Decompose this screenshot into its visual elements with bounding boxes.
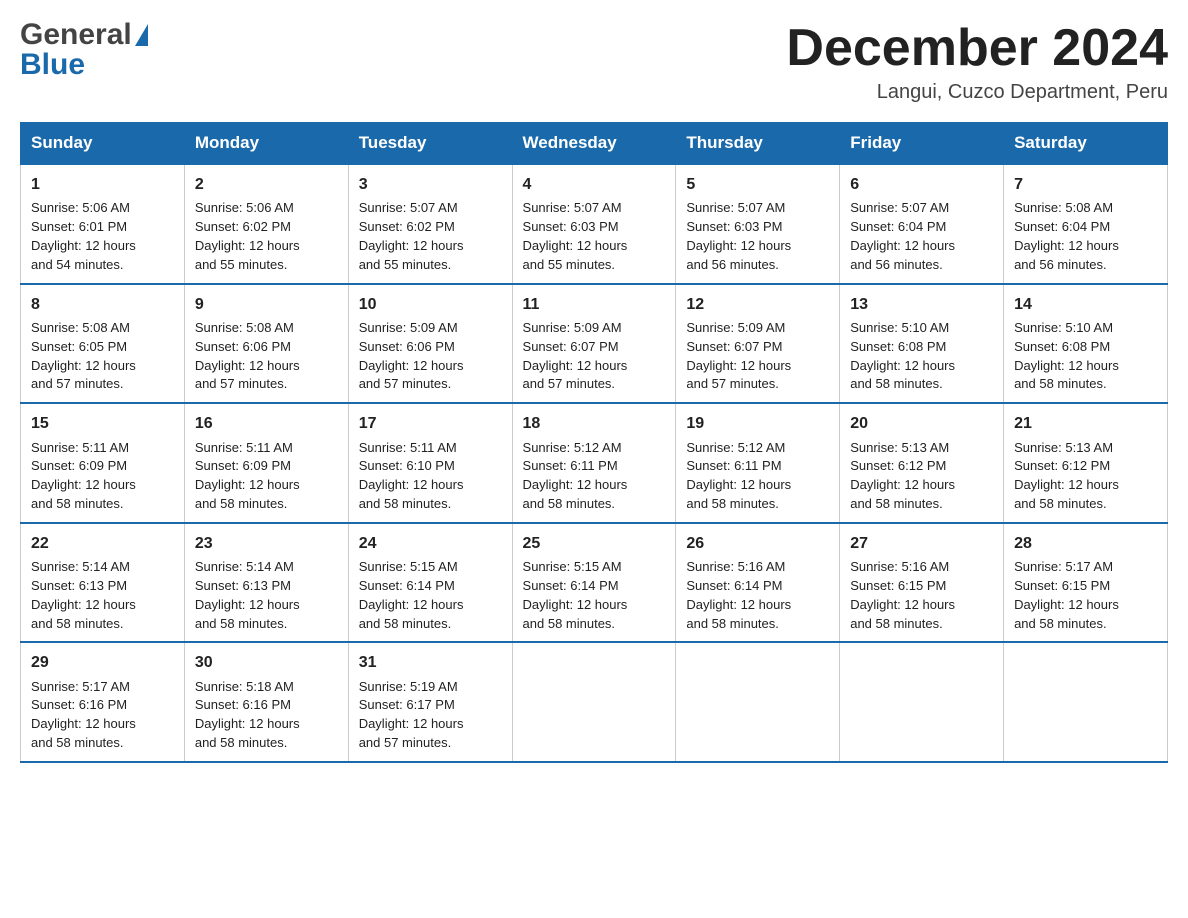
day-number: 19 (686, 412, 829, 435)
day-cell: 17Sunrise: 5:11 AMSunset: 6:10 PMDayligh… (348, 403, 512, 523)
location-title: Langui, Cuzco Department, Peru (786, 81, 1168, 104)
month-title: December 2024 (786, 20, 1168, 77)
logo-general-text: General (20, 20, 132, 50)
header-cell-sunday: Sunday (21, 123, 185, 165)
week-row-3: 15Sunrise: 5:11 AMSunset: 6:09 PMDayligh… (21, 403, 1168, 523)
logo-triangle-icon (135, 24, 148, 46)
header-cell-tuesday: Tuesday (348, 123, 512, 165)
day-number: 15 (31, 412, 174, 435)
day-number: 14 (1014, 293, 1157, 316)
day-number: 27 (850, 532, 993, 555)
day-cell: 18Sunrise: 5:12 AMSunset: 6:11 PMDayligh… (512, 403, 676, 523)
calendar-table: SundayMondayTuesdayWednesdayThursdayFrid… (20, 122, 1168, 763)
day-number: 25 (523, 532, 666, 555)
day-cell (1004, 642, 1168, 762)
day-cell: 28Sunrise: 5:17 AMSunset: 6:15 PMDayligh… (1004, 523, 1168, 643)
day-cell: 12Sunrise: 5:09 AMSunset: 6:07 PMDayligh… (676, 284, 840, 404)
day-cell: 10Sunrise: 5:09 AMSunset: 6:06 PMDayligh… (348, 284, 512, 404)
day-number: 13 (850, 293, 993, 316)
day-cell: 11Sunrise: 5:09 AMSunset: 6:07 PMDayligh… (512, 284, 676, 404)
day-cell: 4Sunrise: 5:07 AMSunset: 6:03 PMDaylight… (512, 164, 676, 284)
day-cell: 23Sunrise: 5:14 AMSunset: 6:13 PMDayligh… (184, 523, 348, 643)
day-number: 17 (359, 412, 502, 435)
day-number: 9 (195, 293, 338, 316)
day-cell: 31Sunrise: 5:19 AMSunset: 6:17 PMDayligh… (348, 642, 512, 762)
day-number: 21 (1014, 412, 1157, 435)
day-cell: 26Sunrise: 5:16 AMSunset: 6:14 PMDayligh… (676, 523, 840, 643)
day-number: 10 (359, 293, 502, 316)
day-number: 1 (31, 173, 174, 196)
day-cell: 27Sunrise: 5:16 AMSunset: 6:15 PMDayligh… (840, 523, 1004, 643)
logo: General Blue (20, 20, 148, 80)
day-cell: 13Sunrise: 5:10 AMSunset: 6:08 PMDayligh… (840, 284, 1004, 404)
day-cell (512, 642, 676, 762)
day-cell (840, 642, 1004, 762)
day-cell: 24Sunrise: 5:15 AMSunset: 6:14 PMDayligh… (348, 523, 512, 643)
logo-blue-text: Blue (20, 50, 85, 80)
day-number: 5 (686, 173, 829, 196)
day-cell: 29Sunrise: 5:17 AMSunset: 6:16 PMDayligh… (21, 642, 185, 762)
day-number: 4 (523, 173, 666, 196)
day-cell: 2Sunrise: 5:06 AMSunset: 6:02 PMDaylight… (184, 164, 348, 284)
day-number: 11 (523, 293, 666, 316)
header-cell-saturday: Saturday (1004, 123, 1168, 165)
week-row-4: 22Sunrise: 5:14 AMSunset: 6:13 PMDayligh… (21, 523, 1168, 643)
week-row-1: 1Sunrise: 5:06 AMSunset: 6:01 PMDaylight… (21, 164, 1168, 284)
day-number: 23 (195, 532, 338, 555)
day-cell: 20Sunrise: 5:13 AMSunset: 6:12 PMDayligh… (840, 403, 1004, 523)
day-number: 7 (1014, 173, 1157, 196)
day-number: 20 (850, 412, 993, 435)
day-cell: 6Sunrise: 5:07 AMSunset: 6:04 PMDaylight… (840, 164, 1004, 284)
day-cell: 21Sunrise: 5:13 AMSunset: 6:12 PMDayligh… (1004, 403, 1168, 523)
day-number: 22 (31, 532, 174, 555)
day-number: 30 (195, 651, 338, 674)
day-cell: 19Sunrise: 5:12 AMSunset: 6:11 PMDayligh… (676, 403, 840, 523)
week-row-2: 8Sunrise: 5:08 AMSunset: 6:05 PMDaylight… (21, 284, 1168, 404)
page-header: General Blue December 2024 Langui, Cuzco… (20, 20, 1168, 104)
day-cell: 8Sunrise: 5:08 AMSunset: 6:05 PMDaylight… (21, 284, 185, 404)
header-cell-thursday: Thursday (676, 123, 840, 165)
title-area: December 2024 Langui, Cuzco Department, … (786, 20, 1168, 104)
day-cell: 7Sunrise: 5:08 AMSunset: 6:04 PMDaylight… (1004, 164, 1168, 284)
day-number: 26 (686, 532, 829, 555)
day-number: 28 (1014, 532, 1157, 555)
day-cell: 1Sunrise: 5:06 AMSunset: 6:01 PMDaylight… (21, 164, 185, 284)
day-cell: 3Sunrise: 5:07 AMSunset: 6:02 PMDaylight… (348, 164, 512, 284)
day-cell: 22Sunrise: 5:14 AMSunset: 6:13 PMDayligh… (21, 523, 185, 643)
day-cell: 25Sunrise: 5:15 AMSunset: 6:14 PMDayligh… (512, 523, 676, 643)
day-cell: 9Sunrise: 5:08 AMSunset: 6:06 PMDaylight… (184, 284, 348, 404)
day-number: 24 (359, 532, 502, 555)
day-cell: 15Sunrise: 5:11 AMSunset: 6:09 PMDayligh… (21, 403, 185, 523)
day-number: 31 (359, 651, 502, 674)
day-number: 16 (195, 412, 338, 435)
day-cell: 5Sunrise: 5:07 AMSunset: 6:03 PMDaylight… (676, 164, 840, 284)
header-cell-wednesday: Wednesday (512, 123, 676, 165)
day-cell: 14Sunrise: 5:10 AMSunset: 6:08 PMDayligh… (1004, 284, 1168, 404)
day-cell: 30Sunrise: 5:18 AMSunset: 6:16 PMDayligh… (184, 642, 348, 762)
header-cell-friday: Friday (840, 123, 1004, 165)
day-number: 18 (523, 412, 666, 435)
day-cell (676, 642, 840, 762)
day-number: 2 (195, 173, 338, 196)
day-number: 8 (31, 293, 174, 316)
day-number: 29 (31, 651, 174, 674)
day-number: 12 (686, 293, 829, 316)
day-cell: 16Sunrise: 5:11 AMSunset: 6:09 PMDayligh… (184, 403, 348, 523)
week-row-5: 29Sunrise: 5:17 AMSunset: 6:16 PMDayligh… (21, 642, 1168, 762)
day-number: 6 (850, 173, 993, 196)
header-cell-monday: Monday (184, 123, 348, 165)
header-row: SundayMondayTuesdayWednesdayThursdayFrid… (21, 123, 1168, 165)
day-number: 3 (359, 173, 502, 196)
